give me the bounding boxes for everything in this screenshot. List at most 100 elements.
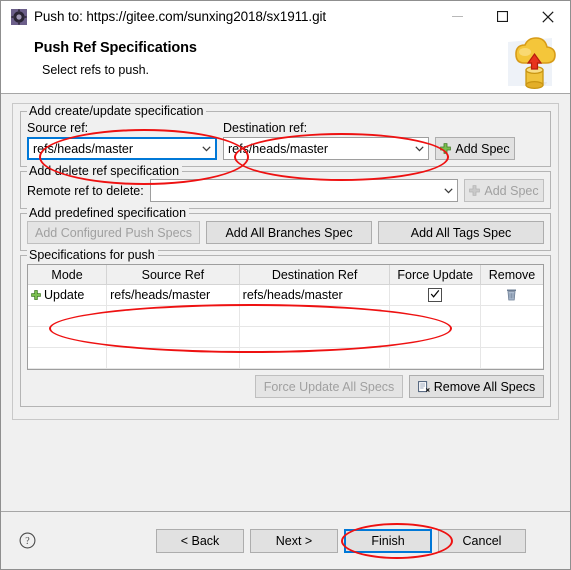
force-update-checkbox[interactable] [428, 288, 443, 303]
empty-cell [106, 326, 240, 348]
empty-cell [106, 347, 240, 369]
chevron-down-icon[interactable] [198, 145, 215, 152]
column-header-remove[interactable]: Remove [480, 265, 543, 285]
title-bar: Push to: https://gitee.com/sunxing2018/s… [1, 1, 570, 32]
close-button[interactable] [525, 1, 570, 32]
cancel-button[interactable]: Cancel [438, 528, 526, 553]
remove-all-specs-button[interactable]: Remove All Specs [409, 375, 544, 398]
force-update-all-specs-button: Force Update All Specs [255, 375, 403, 398]
table-row[interactable]: Update refs/heads/master refs/heads/mast… [28, 284, 543, 306]
delete-ref-group: Add delete ref specification Remote ref … [20, 164, 551, 209]
remove-all-specs-label: Remove All Specs [433, 379, 536, 394]
green-plus-icon [31, 290, 41, 300]
add-all-branches-spec-button[interactable]: Add All Branches Spec [206, 221, 373, 244]
table-row-empty [28, 347, 543, 369]
delete-ref-group-legend: Add delete ref specification [27, 164, 183, 178]
source-ref-value: refs/heads/master [33, 141, 134, 156]
add-all-branches-spec-label: Add All Branches Spec [225, 225, 353, 240]
empty-cell [239, 347, 391, 369]
spec-actions-row: Force Update All Specs Remove All Specs [27, 375, 544, 398]
specifications-table[interactable]: Mode Source Ref Destination Ref Force Up… [27, 264, 544, 370]
page-subtitle: Select refs to push. [42, 63, 150, 77]
wizard-body: Add create/update specification Source r… [1, 94, 570, 511]
page-title: Push Ref Specifications [34, 40, 197, 56]
empty-cell [28, 368, 108, 369]
green-plus-icon [440, 143, 452, 154]
git-repository-icon [11, 8, 27, 25]
svg-text:?: ? [25, 536, 30, 547]
specifications-panel: Add create/update specification Source r… [12, 103, 559, 420]
source-ref-field: Source ref: refs/heads/master [27, 121, 217, 160]
cell-destination-ref: refs/heads/master [239, 284, 391, 306]
destination-ref-value: refs/heads/master [228, 141, 329, 156]
cell-force-update[interactable] [389, 284, 481, 306]
next-button[interactable]: Next > [250, 528, 338, 553]
empty-cell [239, 368, 391, 369]
add-delete-spec-button: Add Spec [464, 179, 544, 202]
help-question-icon[interactable]: ? [19, 532, 36, 549]
chevron-down-icon[interactable] [411, 145, 428, 152]
wizard-header: Push Ref Specifications Select refs to p… [1, 32, 570, 94]
finish-button[interactable]: Finish [344, 528, 432, 553]
cancel-button-label: Cancel [462, 533, 502, 548]
column-header-destination-ref[interactable]: Destination Ref [239, 265, 391, 285]
trash-icon[interactable] [484, 289, 540, 301]
cell-remove[interactable] [480, 284, 543, 306]
empty-cell [106, 368, 240, 369]
empty-cell [480, 326, 543, 348]
remote-ref-to-delete-label: Remote ref to delete: [27, 183, 144, 198]
create-update-group: Add create/update specification Source r… [20, 104, 551, 167]
specifications-for-push-legend: Specifications for push [27, 248, 158, 262]
force-update-all-specs-label: Force Update All Specs [263, 379, 395, 394]
wizard-footer: ? < Back Next > Finish Cancel [1, 511, 570, 569]
back-button[interactable]: < Back [156, 528, 244, 553]
column-header-source-ref[interactable]: Source Ref [106, 265, 240, 285]
table-row-empty [28, 305, 543, 327]
column-header-mode[interactable]: Mode [28, 265, 108, 285]
footer-buttons: < Back Next > Finish Cancel [156, 528, 526, 553]
empty-cell [480, 347, 543, 369]
empty-cell [389, 347, 481, 369]
green-plus-icon-disabled [469, 185, 481, 196]
add-create-update-spec-button[interactable]: Add Spec [435, 137, 515, 160]
add-create-update-spec-label: Add Spec [455, 141, 510, 156]
window-title: Push to: https://gitee.com/sunxing2018/s… [34, 9, 327, 24]
specifications-for-push-group: Specifications for push Mode Source Ref … [20, 248, 551, 407]
empty-cell [28, 305, 108, 327]
add-delete-spec-label: Add Spec [484, 183, 539, 198]
destination-ref-label: Destination ref: [223, 121, 308, 135]
empty-cell [239, 305, 391, 327]
destination-ref-combo[interactable]: refs/heads/master [223, 137, 429, 160]
window-controls [435, 1, 570, 32]
column-header-force-update[interactable]: Force Update [389, 265, 481, 285]
empty-cell [28, 326, 108, 348]
cell-mode-label: Update [44, 288, 85, 302]
add-all-tags-spec-label: Add All Tags Spec [410, 225, 512, 240]
remove-all-icon [417, 380, 430, 393]
empty-cell [389, 326, 481, 348]
remote-ref-to-delete-combo[interactable] [149, 179, 458, 202]
add-configured-push-specs-button: Add Configured Push Specs [27, 221, 201, 244]
empty-cell [106, 305, 240, 327]
empty-cell [480, 368, 543, 369]
empty-cell [239, 326, 391, 348]
empty-cell [480, 305, 543, 327]
empty-cell [389, 305, 481, 327]
destination-ref-field: Destination ref: refs/heads/master [223, 121, 429, 160]
next-button-label: Next > [275, 533, 313, 548]
maximize-button[interactable] [480, 1, 525, 32]
minimize-button[interactable] [435, 1, 480, 32]
cell-mode: Update [28, 284, 108, 306]
table-row-empty [28, 368, 543, 369]
table-header-row: Mode Source Ref Destination Ref Force Up… [28, 265, 543, 285]
create-update-group-legend: Add create/update specification [27, 104, 207, 118]
source-ref-combo[interactable]: refs/heads/master [27, 137, 217, 160]
table-row-empty [28, 326, 543, 348]
push-wizard-dialog: Push to: https://gitee.com/sunxing2018/s… [0, 0, 571, 570]
empty-cell [389, 368, 481, 369]
empty-cell [28, 347, 108, 369]
chevron-down-icon[interactable] [440, 187, 457, 194]
source-ref-label: Source ref: [27, 121, 89, 135]
predefined-spec-group-legend: Add predefined specification [27, 206, 190, 220]
add-all-tags-spec-button[interactable]: Add All Tags Spec [378, 221, 545, 244]
